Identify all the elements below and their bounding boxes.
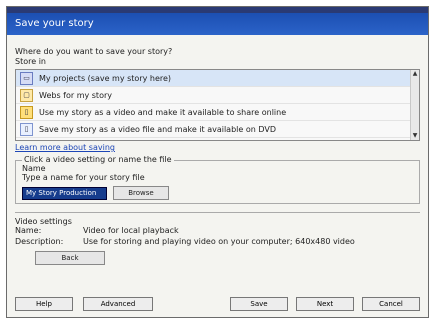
location-label: Use my story as a video and make it avai…: [39, 107, 287, 117]
folder-icon: ▢: [20, 88, 33, 102]
scroll-down-icon[interactable]: ▼: [411, 132, 419, 140]
file-name-input[interactable]: My Story Production: [22, 186, 107, 200]
dialog-buttons: Help Advanced Save Next Cancel: [15, 297, 420, 311]
browse-button[interactable]: Browse: [113, 186, 169, 200]
location-label: Webs for my story: [39, 90, 112, 100]
details-description-value: Use for storing and playing video on you…: [83, 237, 355, 246]
file-section-header: Click a video setting or name the file: [22, 155, 174, 164]
advanced-button[interactable]: Advanced: [83, 297, 153, 311]
file-name-group: Click a video setting or name the file N…: [15, 155, 420, 204]
location-item[interactable]: ▯ Use my story as a video and make it av…: [16, 104, 419, 121]
location-item[interactable]: ▢ Webs for my story: [16, 87, 419, 104]
details-name-value: Video for local playback: [83, 226, 179, 235]
location-label: Save my story as a video file and make i…: [39, 124, 277, 134]
details-description-label: Description:: [15, 237, 64, 246]
location-item[interactable]: ▯ Save my story as a video file and make…: [16, 121, 419, 138]
learn-more-link[interactable]: Learn more about saving: [15, 143, 115, 152]
back-button[interactable]: Back: [35, 251, 105, 265]
next-button[interactable]: Next: [296, 297, 354, 311]
page-icon: ▯: [20, 122, 33, 136]
details-header: Video settings: [15, 217, 72, 226]
save-story-dialog: Save your story Where do you want to sav…: [6, 6, 429, 318]
window-title: Save your story: [7, 13, 428, 35]
locations-label: Store in: [15, 57, 46, 66]
name-label: Name: [22, 164, 46, 173]
details-name-label: Name:: [15, 226, 42, 235]
page-icon: ▯: [20, 105, 33, 119]
save-button[interactable]: Save: [230, 297, 288, 311]
help-button[interactable]: Help: [15, 297, 73, 311]
list-scrollbar[interactable]: ▲ ▼: [410, 70, 419, 140]
location-label: My projects (save my story here): [39, 73, 172, 83]
name-description: Type a name for your story file: [22, 173, 145, 182]
location-item[interactable]: ▭ My projects (save my story here): [16, 70, 419, 87]
cancel-button[interactable]: Cancel: [362, 297, 420, 311]
location-listbox[interactable]: ▭ My projects (save my story here) ▢ Web…: [15, 69, 420, 141]
dialog-prompt: Where do you want to save your story?: [15, 47, 173, 56]
video-settings-panel: Video settings Name: Video for local pla…: [15, 212, 420, 265]
computer-icon: ▭: [20, 71, 33, 85]
scroll-up-icon[interactable]: ▲: [411, 70, 419, 78]
